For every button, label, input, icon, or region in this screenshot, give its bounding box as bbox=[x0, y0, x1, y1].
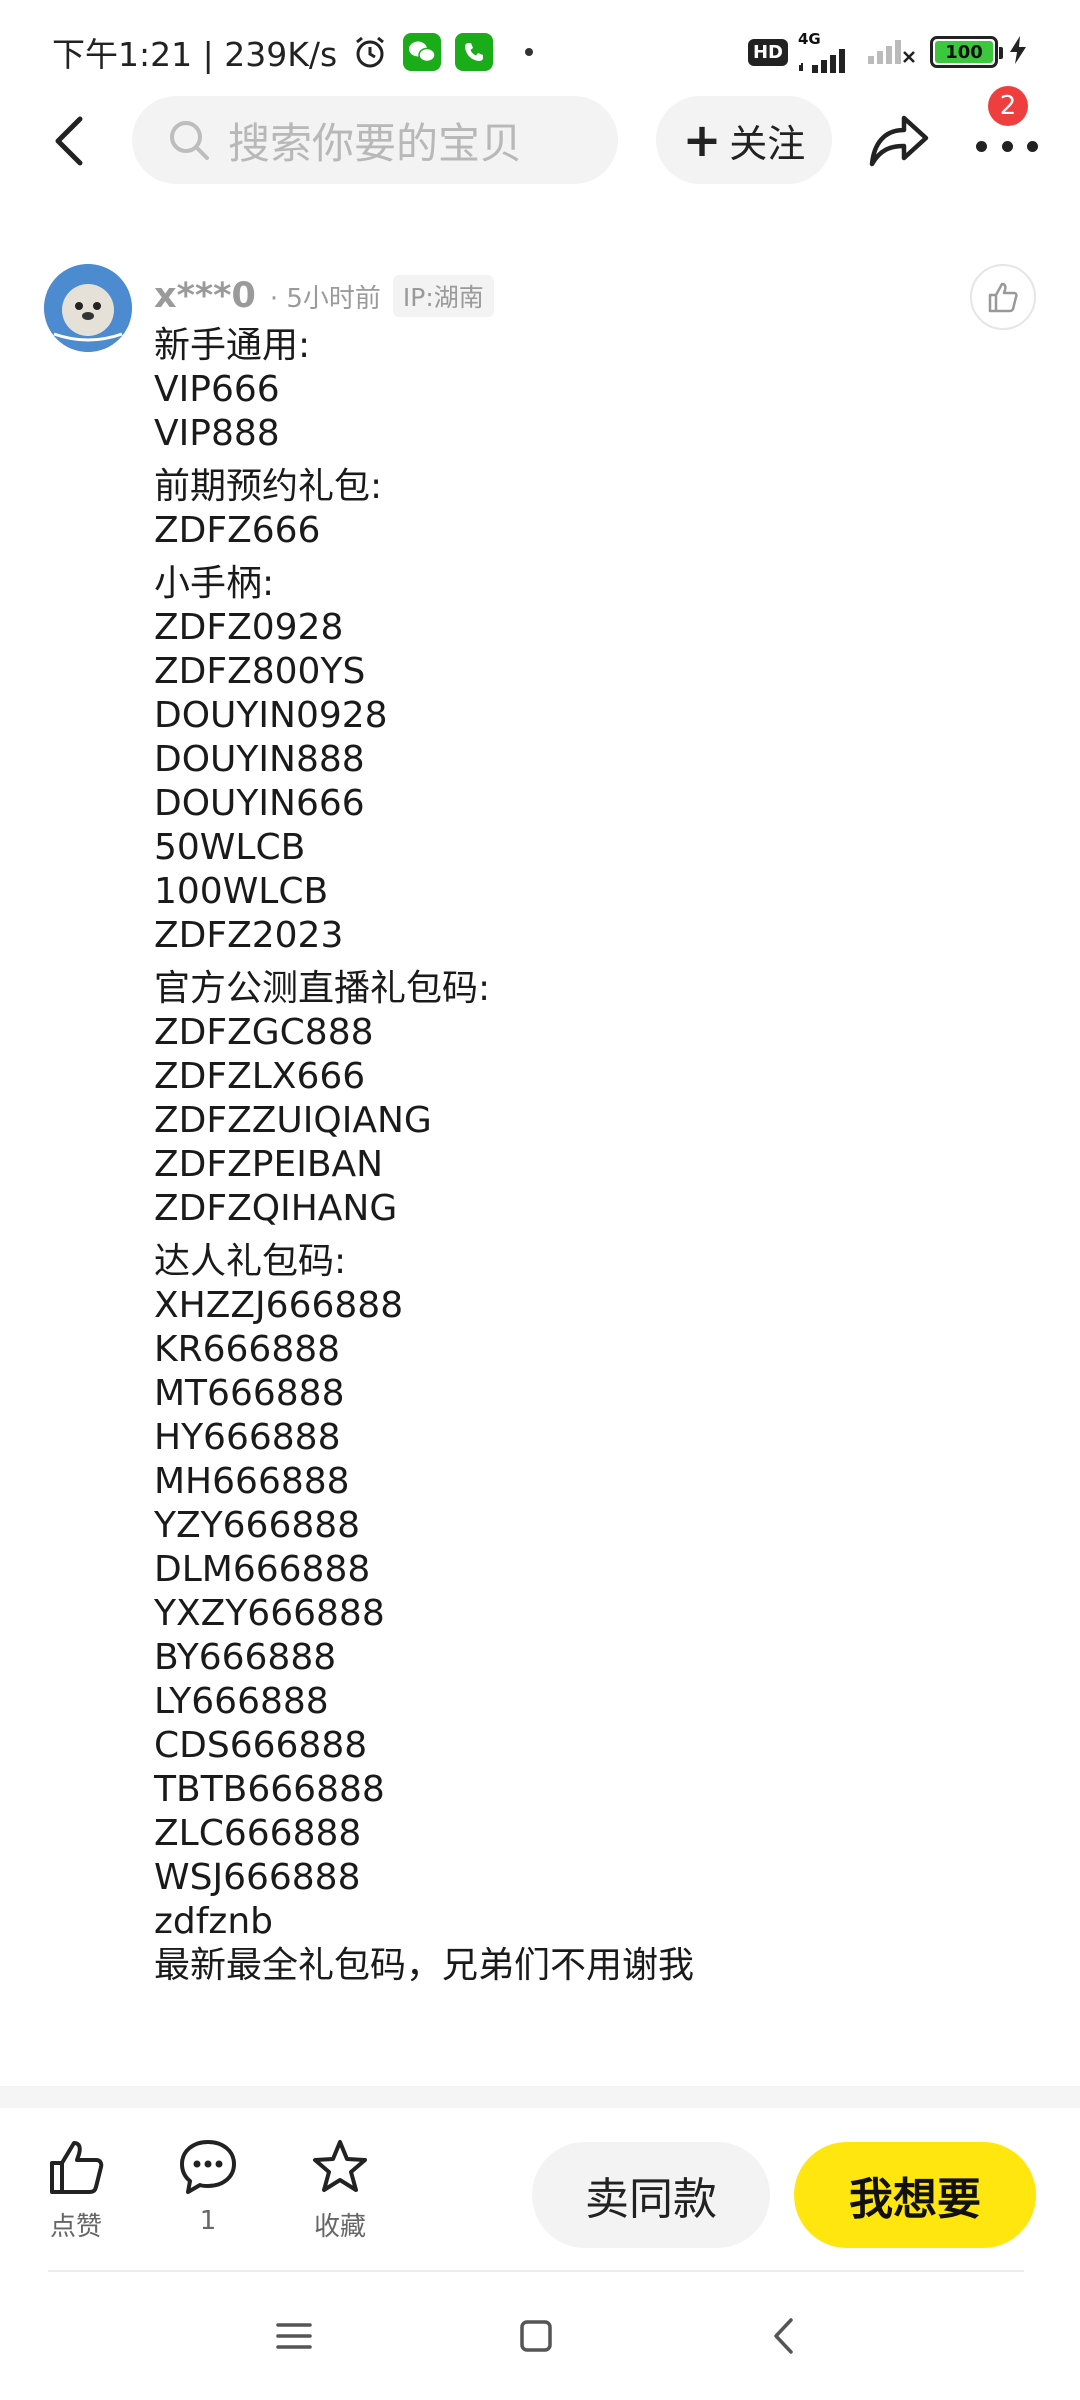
charging-icon bbox=[1008, 35, 1028, 69]
comment-line: 100WLCB bbox=[154, 871, 329, 912]
share-icon bbox=[869, 115, 929, 167]
network-speed: 239K/s bbox=[224, 35, 338, 74]
comment-line: zdfznb bbox=[154, 1901, 273, 1942]
comment-like-button[interactable] bbox=[970, 264, 1036, 330]
comment-meta: x***0 · 5小时前 IP:湖南 bbox=[154, 266, 494, 326]
alarm-icon bbox=[351, 33, 389, 71]
comment-line: YZY666888 bbox=[154, 1505, 361, 1546]
comment-line: 最新最全礼包码，兄弟们不用谢我 bbox=[154, 1945, 695, 1986]
status-right: HD 4G 100 bbox=[747, 29, 1028, 74]
comment-section-heading: 前期预约礼包: bbox=[154, 466, 383, 507]
search-input[interactable]: 搜索你要的宝贝 bbox=[132, 96, 618, 184]
comment-line: DOUYIN0928 bbox=[154, 695, 388, 736]
comment-line: TBTB666888 bbox=[154, 1769, 385, 1810]
chat-bubble-icon bbox=[180, 2140, 236, 2194]
comment-time: · 5小时前 bbox=[269, 283, 381, 314]
search-placeholder: 搜索你要的宝贝 bbox=[228, 118, 523, 168]
favorite-action[interactable]: 收藏 bbox=[300, 2138, 380, 2243]
signal-sim2-icon bbox=[864, 34, 920, 70]
battery-indicator: 100 bbox=[930, 36, 1003, 68]
comment-line: YXZY666888 bbox=[154, 1593, 385, 1634]
network-type: 4G bbox=[798, 29, 821, 48]
comment-line: CDS666888 bbox=[154, 1725, 368, 1766]
comment-line: ZDFZPEIBAN bbox=[154, 1144, 384, 1185]
nav-back-button[interactable] bbox=[760, 2312, 808, 2360]
comment-line: ZDFZGC888 bbox=[154, 1012, 374, 1053]
sell-same-button[interactable]: 卖同款 bbox=[532, 2142, 770, 2248]
status-left: 下午1:21 | 239K/s bbox=[52, 28, 534, 76]
want-button[interactable]: 我想要 bbox=[794, 2142, 1036, 2248]
section-divider bbox=[0, 2086, 1080, 2108]
favorite-label: 收藏 bbox=[313, 2212, 366, 2242]
dot-1 bbox=[976, 140, 987, 152]
comment-line: BY666888 bbox=[154, 1637, 337, 1678]
plus-icon: + bbox=[682, 113, 722, 167]
battery-level: 100 bbox=[935, 41, 993, 63]
comment-line: ZDFZ0928 bbox=[154, 607, 344, 648]
dot-3 bbox=[1027, 140, 1038, 152]
thumbs-up-icon bbox=[988, 282, 1018, 313]
comment-line: DOUYIN888 bbox=[154, 739, 365, 780]
status-bar: 下午1:21 | 239K/s HD 4G 100 bbox=[0, 0, 1080, 100]
username[interactable]: x***0 bbox=[154, 276, 256, 316]
comment-line: DLM666888 bbox=[154, 1549, 371, 1590]
comment-line: ZDFZ2023 bbox=[154, 915, 344, 956]
square-icon bbox=[520, 2320, 552, 2352]
top-nav: 搜索你要的宝贝 + 关注 2 bbox=[0, 86, 1080, 186]
system-nav-bar bbox=[0, 2290, 1080, 2380]
comment-section-heading: 官方公测直播礼包码: bbox=[154, 968, 491, 1009]
notification-badge: 2 bbox=[988, 86, 1028, 126]
comment-line: ZDFZZUIQIANG bbox=[154, 1100, 432, 1141]
back-button[interactable] bbox=[40, 112, 98, 170]
clock-text: 下午1:21 bbox=[52, 35, 193, 74]
action-bar-divider bbox=[48, 2270, 1024, 2272]
comment-line: 50WLCB bbox=[154, 827, 306, 868]
hd-badge: HD bbox=[747, 38, 788, 66]
comment-line: ZDFZQIHANG bbox=[154, 1188, 398, 1229]
nav-home-button[interactable] bbox=[512, 2312, 560, 2360]
comment-line: ZDFZ666 bbox=[154, 510, 321, 551]
menu-icon bbox=[276, 2323, 312, 2349]
bottom-action-bar: 点赞 1 收藏 卖同款 我想要 bbox=[0, 2108, 1080, 2270]
search-icon bbox=[170, 121, 209, 160]
comment-line: ZDFZ800YS bbox=[154, 651, 366, 692]
comment-action[interactable]: 1 bbox=[168, 2138, 248, 2236]
avatar[interactable] bbox=[44, 264, 132, 352]
comment-line: MH666888 bbox=[154, 1461, 350, 1502]
chevron-left-icon bbox=[55, 116, 83, 166]
comment-section-heading: 达人礼包码: bbox=[154, 1241, 347, 1282]
status-time: 下午1:21 | 239K/s bbox=[52, 28, 337, 76]
comment-line: KR666888 bbox=[154, 1329, 341, 1370]
comment-text: 新手通用: VIP666 VIP888 前期预约礼包: ZDFZ666 小手柄: ZDFZ0… bbox=[154, 324, 1014, 2014]
comment-line: VIP666 bbox=[154, 369, 280, 410]
comment-line: LY666888 bbox=[154, 1681, 329, 1722]
ip-location-tag: IP:湖南 bbox=[392, 275, 494, 317]
comment-line: XHZZJ666888 bbox=[154, 1285, 404, 1326]
more-notifications-dot bbox=[525, 48, 534, 56]
phone-icon bbox=[455, 33, 494, 71]
like-action[interactable]: 点赞 bbox=[36, 2138, 116, 2243]
comment-section-heading: 新手通用: bbox=[154, 325, 311, 366]
signal-4g-icon: 4G bbox=[798, 29, 854, 73]
comment-line: ZLC666888 bbox=[154, 1813, 362, 1854]
star-icon bbox=[313, 2140, 367, 2192]
comment-line: WSJ666888 bbox=[154, 1857, 361, 1898]
follow-label: 关注 bbox=[729, 121, 806, 166]
comment-line: HY666888 bbox=[154, 1417, 341, 1458]
wechat-icon bbox=[403, 33, 442, 71]
chevron-left-icon bbox=[774, 2318, 793, 2354]
share-button[interactable] bbox=[868, 110, 930, 170]
nav-menu-button[interactable] bbox=[270, 2312, 318, 2360]
comment-count: 1 bbox=[199, 2206, 217, 2236]
comment-line: ZDFZLX666 bbox=[154, 1056, 366, 1097]
like-label: 点赞 bbox=[49, 2212, 102, 2242]
comment-line: DOUYIN666 bbox=[154, 783, 365, 824]
comment-line: MT666888 bbox=[154, 1373, 345, 1414]
comment-section-heading: 小手柄: bbox=[154, 563, 275, 604]
comment-line: VIP888 bbox=[154, 413, 280, 454]
status-separator: | bbox=[202, 35, 225, 74]
thumbs-up-icon bbox=[50, 2141, 104, 2194]
follow-button[interactable]: + 关注 bbox=[656, 96, 832, 184]
dot-2 bbox=[1001, 140, 1013, 152]
